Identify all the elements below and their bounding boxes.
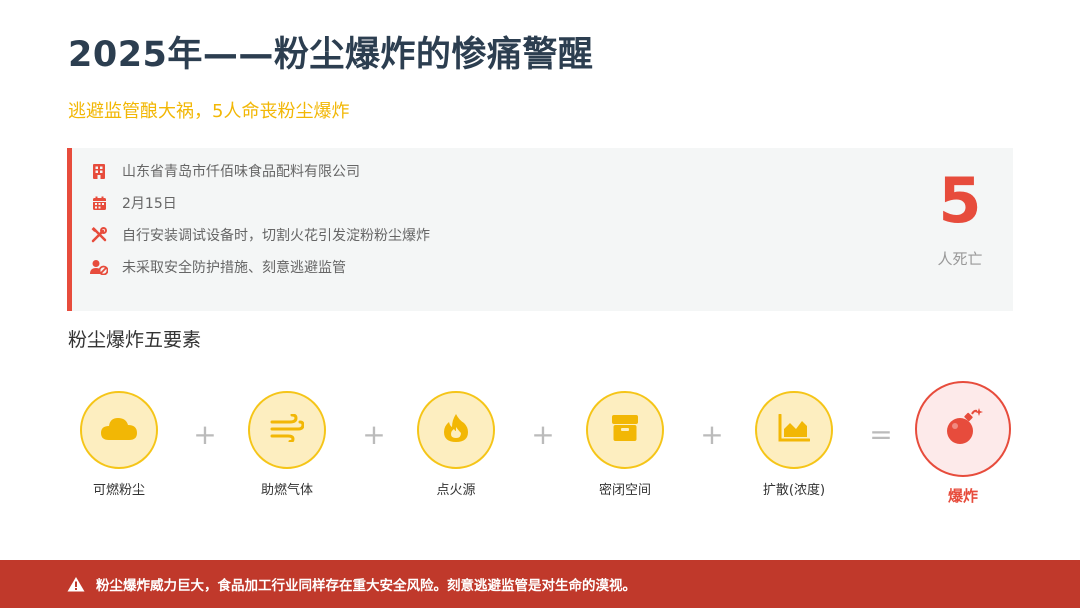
warning-text: 粉尘爆炸威力巨大，食品加工行业同样存在重大安全风险。刻意逃避监管是对生命的漠视。 bbox=[96, 578, 636, 594]
box-icon bbox=[611, 414, 639, 446]
page-title: 2025年——粉尘爆炸的惨痛警醒 bbox=[68, 35, 594, 75]
element-circle bbox=[586, 391, 664, 469]
death-count: 5 bbox=[938, 164, 982, 237]
plus-sign: + bbox=[193, 418, 217, 451]
element-circle bbox=[755, 391, 833, 469]
element-concentration: 扩散(浓度) bbox=[724, 391, 864, 498]
bomb-icon bbox=[943, 407, 983, 451]
page-subtitle: 逃避监管酿大祸，5人命丧粉尘爆炸 bbox=[68, 101, 350, 122]
section-title: 粉尘爆炸五要素 bbox=[68, 329, 202, 351]
incident-violation-row: 未采取安全防护措施、刻意逃避监管 bbox=[90, 256, 346, 278]
tools-icon bbox=[90, 226, 108, 244]
calendar-icon bbox=[90, 194, 108, 212]
user-ban-icon bbox=[90, 258, 108, 276]
incident-cause: 自行安装调试设备时，切割火花引发淀粉粉尘爆炸 bbox=[122, 228, 430, 244]
result-circle bbox=[915, 381, 1011, 477]
element-circle bbox=[248, 391, 326, 469]
plus-sign: + bbox=[531, 418, 555, 451]
element-label: 扩散(浓度) bbox=[762, 483, 826, 498]
plus-sign: + bbox=[362, 418, 386, 451]
element-confined-space: 密闭空间 bbox=[555, 391, 695, 498]
element-label: 点火源 bbox=[436, 483, 476, 498]
incident-violation: 未采取安全防护措施、刻意逃避监管 bbox=[122, 260, 346, 276]
element-label: 密闭空间 bbox=[598, 483, 651, 498]
warning-icon bbox=[66, 575, 86, 593]
warning-banner: 粉尘爆炸威力巨大，食品加工行业同样存在重大安全风险。刻意逃避监管是对生命的漠视。 bbox=[0, 560, 1080, 608]
incident-date-row: 2月15日 bbox=[90, 192, 177, 214]
incident-cause-row: 自行安装调试设备时，切割火花引发淀粉粉尘爆炸 bbox=[90, 224, 430, 246]
element-circle bbox=[80, 391, 158, 469]
element-label: 助燃气体 bbox=[260, 483, 313, 498]
result-label: 爆炸 bbox=[947, 487, 978, 505]
element-explosion: 爆炸 bbox=[893, 381, 1033, 506]
incident-company: 山东省青岛市仟佰味食品配料有限公司 bbox=[122, 164, 360, 180]
fire-icon bbox=[443, 413, 469, 447]
incident-company-row: 山东省青岛市仟佰味食品配料有限公司 bbox=[90, 160, 360, 182]
element-combustible-dust: 可燃粉尘 bbox=[49, 391, 189, 498]
element-circle bbox=[417, 391, 495, 469]
element-label: 可燃粉尘 bbox=[92, 483, 145, 498]
death-label: 人死亡 bbox=[937, 250, 983, 268]
element-oxidizer: 助燃气体 bbox=[217, 391, 357, 498]
element-ignition-source: 点火源 bbox=[386, 391, 526, 498]
incident-card: 山东省青岛市仟佰味食品配料有限公司 2月15日 自行安装调试设备时，切割火花引发… bbox=[67, 148, 1013, 311]
building-icon bbox=[90, 162, 108, 180]
cloud-icon bbox=[100, 415, 138, 445]
wind-icon bbox=[270, 413, 305, 446]
plus-sign: + bbox=[700, 418, 724, 451]
area-chart-icon bbox=[778, 413, 811, 446]
equals-sign: = bbox=[869, 418, 893, 451]
incident-date: 2月15日 bbox=[122, 196, 177, 212]
